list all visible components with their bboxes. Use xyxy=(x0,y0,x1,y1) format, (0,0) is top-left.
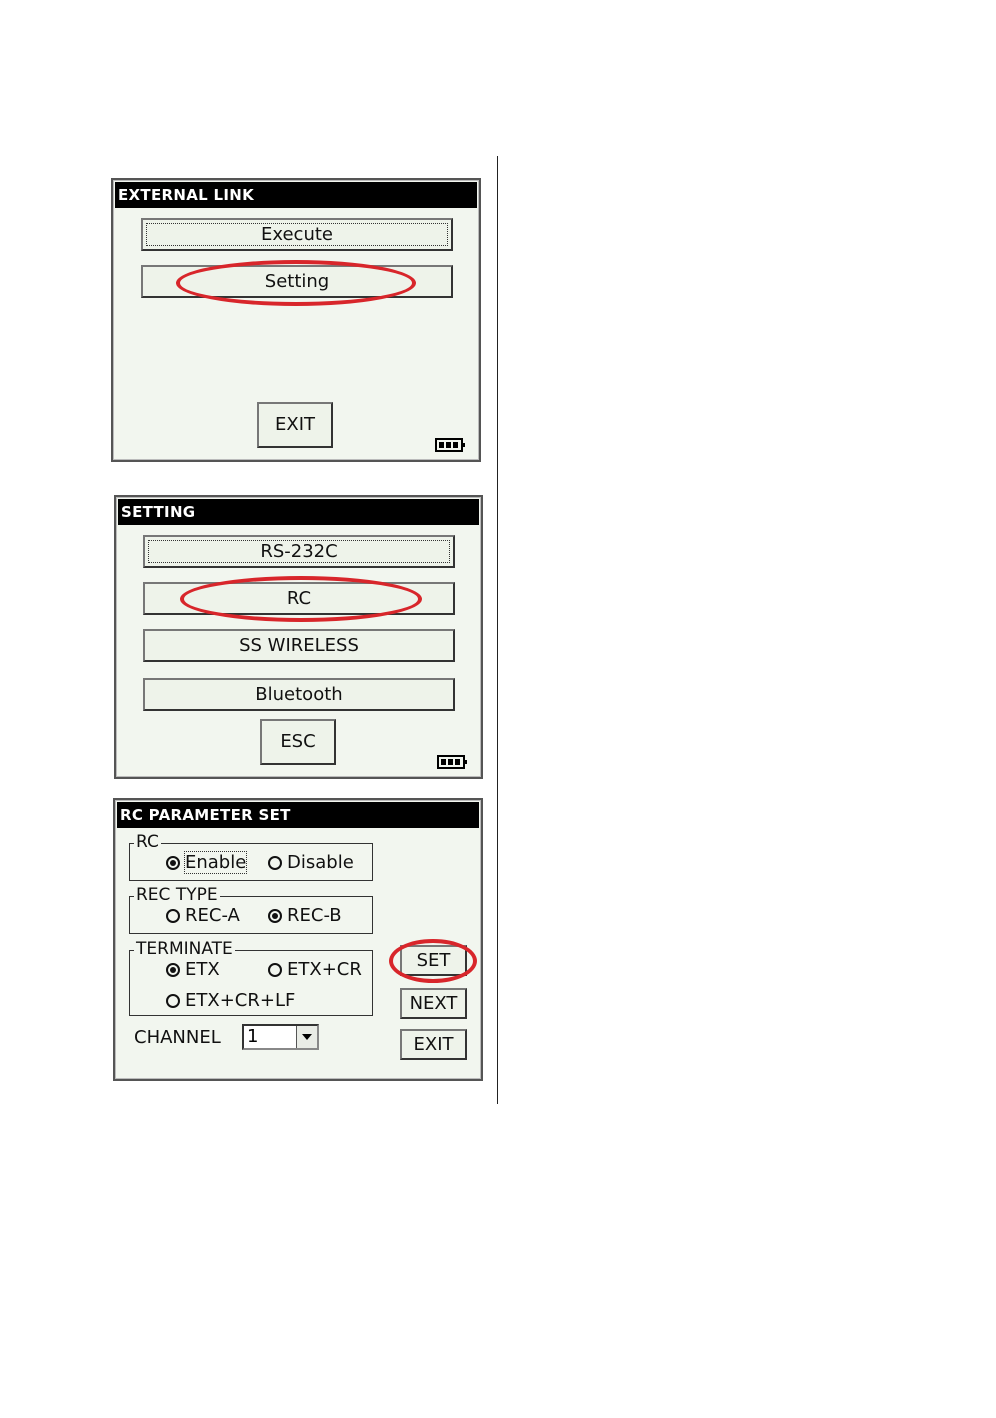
setting-button-label: Setting xyxy=(264,271,330,292)
terminate-group-label: TERMINATE xyxy=(134,939,235,959)
window-title: SETTING xyxy=(118,499,479,525)
etx-cr-lf-label: ETX+CR+LF xyxy=(185,990,296,1011)
radio-icon xyxy=(268,855,282,870)
esc-button-label: ESC xyxy=(280,731,316,752)
terminate-group: TERMINATE ETX ETX+CR ETX+CR+LF xyxy=(129,939,373,1016)
next-button[interactable]: NEXT xyxy=(400,988,467,1019)
rc-group-label: RC xyxy=(134,832,161,852)
channel-value: 1 xyxy=(247,1026,259,1047)
radio-icon xyxy=(166,962,180,977)
external-link-window: EXTERNAL LINK Execute Setting EXIT xyxy=(111,178,481,462)
etx-radio[interactable]: ETX xyxy=(166,959,220,980)
rec-type-group: REC TYPE REC-A REC-B xyxy=(129,885,373,934)
setting-window: SETTING RS-232C RC SS WIRELESS Bluetooth… xyxy=(114,495,483,779)
next-button-label: NEXT xyxy=(409,993,458,1014)
radio-icon xyxy=(268,962,282,977)
etx-cr-label: ETX+CR xyxy=(287,959,362,980)
etx-cr-radio[interactable]: ETX+CR xyxy=(268,959,362,980)
rc-enable-radio[interactable]: Enable xyxy=(166,851,248,874)
radio-icon xyxy=(166,993,180,1008)
execute-button[interactable]: Execute xyxy=(141,218,453,251)
window-title: RC PARAMETER SET xyxy=(117,802,479,828)
rec-type-group-label: REC TYPE xyxy=(134,885,220,905)
rc-disable-radio[interactable]: Disable xyxy=(268,852,354,873)
dropdown-arrow-icon[interactable] xyxy=(296,1026,317,1048)
rc-button-label: RC xyxy=(286,588,312,609)
rs232c-button-label: RS-232C xyxy=(260,541,338,562)
battery-icon xyxy=(437,755,467,769)
set-button[interactable]: SET xyxy=(400,945,467,976)
ss-wireless-button-label: SS WIRELESS xyxy=(239,635,359,656)
window-title: EXTERNAL LINK xyxy=(115,182,477,208)
exit-button-label: EXIT xyxy=(274,414,315,435)
bluetooth-button[interactable]: Bluetooth xyxy=(143,678,455,711)
rec-b-label: REC-B xyxy=(287,905,342,926)
exit-button[interactable]: EXIT xyxy=(400,1029,467,1060)
set-button-label: SET xyxy=(416,950,451,971)
execute-button-label: Execute xyxy=(261,224,333,245)
channel-select[interactable]: 1 xyxy=(242,1024,319,1050)
exit-button[interactable]: EXIT xyxy=(257,402,333,448)
channel-label: CHANNEL xyxy=(134,1027,221,1048)
radio-icon xyxy=(268,908,282,923)
rc-disable-label: Disable xyxy=(287,852,354,873)
rec-a-radio[interactable]: REC-A xyxy=(166,905,240,926)
esc-button[interactable]: ESC xyxy=(260,719,336,765)
rc-enable-label: Enable xyxy=(183,851,248,874)
column-divider xyxy=(497,156,498,1104)
rs232c-button[interactable]: RS-232C xyxy=(143,535,455,568)
rc-parameter-set-window: RC PARAMETER SET RC Enable Disable REC T… xyxy=(113,798,483,1081)
battery-icon xyxy=(435,438,465,452)
setting-button[interactable]: Setting xyxy=(141,265,453,298)
ss-wireless-button[interactable]: SS WIRELESS xyxy=(143,629,455,662)
bluetooth-button-label: Bluetooth xyxy=(255,684,343,705)
exit-button-label: EXIT xyxy=(413,1034,454,1055)
rec-b-radio[interactable]: REC-B xyxy=(268,905,342,926)
rc-group: RC Enable Disable xyxy=(129,832,373,881)
rc-button[interactable]: RC xyxy=(143,582,455,615)
etx-cr-lf-radio[interactable]: ETX+CR+LF xyxy=(166,990,295,1011)
etx-label: ETX xyxy=(185,959,220,980)
rec-a-label: REC-A xyxy=(185,905,240,926)
radio-icon xyxy=(166,855,180,870)
radio-icon xyxy=(166,908,180,923)
